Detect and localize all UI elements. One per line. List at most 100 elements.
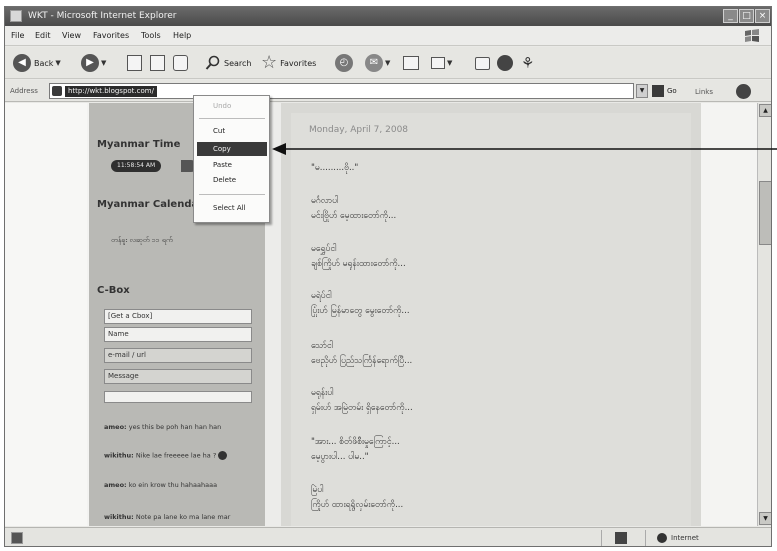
menu-favorites[interactable]: Favorites xyxy=(93,31,129,40)
windows-flag-icon xyxy=(745,29,759,42)
stop-button[interactable] xyxy=(127,53,142,73)
print-button[interactable] xyxy=(403,53,419,73)
chat-user: ameo: xyxy=(104,423,127,431)
menu-view[interactable]: View xyxy=(62,31,81,40)
post-line: မြဲပါ xyxy=(311,485,324,495)
chat-text: Nike lae freeeee lae ha ? xyxy=(135,451,217,460)
internet-zone-icon xyxy=(657,533,667,543)
post-line: ရှမ်းဟ် အမြဲတမ်း ရှိနေတော်ကို... xyxy=(311,403,413,413)
status-divider xyxy=(601,530,602,546)
chat-message: ameo: ko ein krow thu hahaahaaa xyxy=(104,481,254,489)
post-line: မရွှေပ်ငါ xyxy=(311,244,337,254)
security-icon xyxy=(615,532,627,544)
post-line: ဗေညိုဟ် ပြည်သင်္ကြန်ရောက်ပြီ... xyxy=(311,356,413,366)
chevron-down-icon: ▼ xyxy=(55,59,61,67)
page-viewport[interactable]: Myanmar Time 11:58:54 AM Myanmar Calenda… xyxy=(5,103,757,526)
edit-icon xyxy=(431,57,445,69)
chevron-down-icon: ▼ xyxy=(101,59,107,67)
smiley-icon xyxy=(218,451,228,460)
discuss-icon xyxy=(475,56,490,70)
chat-message: wikithu: Note pa lane ko ma lane mar xyxy=(104,513,254,521)
stop-icon xyxy=(127,55,142,71)
cbox-email-field[interactable]: e-mail / url xyxy=(104,348,252,363)
cbox-get-link[interactable]: [Get a Cbox] xyxy=(104,309,252,324)
menu-bar: File Edit View Favorites Tools Help xyxy=(5,26,771,46)
menu-item-paste[interactable]: Paste xyxy=(197,158,267,172)
scroll-up-arrow-icon[interactable]: ▲ xyxy=(759,104,771,117)
chat-text: ko ein krow thu hahaahaaa xyxy=(128,481,218,489)
page-margin-left xyxy=(5,103,87,526)
menu-edit[interactable]: Edit xyxy=(35,31,51,40)
chat-user: ameo: xyxy=(104,481,127,489)
url-dropdown-button[interactable]: ▼ xyxy=(636,84,648,98)
sidebar-title-calendar: Myanmar Calendar xyxy=(97,199,204,210)
home-button[interactable] xyxy=(173,53,188,73)
favorites-button[interactable]: ☆ Favorites xyxy=(261,53,316,73)
post-line: ချစ်ကြိုဟ် မရုန်းထားတော်ကို... xyxy=(311,259,406,269)
cbox-message-field[interactable]: Message xyxy=(104,369,252,384)
messenger-icon xyxy=(497,55,513,71)
url-text-selected[interactable]: http://wkt.blogspot.com/ xyxy=(65,86,157,97)
research-button[interactable]: ⚘ xyxy=(521,53,534,73)
back-button[interactable]: ◀ Back ▼ xyxy=(13,53,61,73)
menu-help[interactable]: Help xyxy=(173,31,191,40)
close-button[interactable]: × xyxy=(755,9,770,23)
scroll-thumb[interactable] xyxy=(759,181,771,245)
cbox-submit-area[interactable] xyxy=(104,391,252,403)
post-line: ပြုံးဟ် မြန်မာတွေ မွေးတော်ကို... xyxy=(311,306,410,316)
post-line: မရဲပ်ငါ xyxy=(311,291,332,301)
menu-item-undo[interactable]: Undo xyxy=(197,99,267,113)
menu-item-select-all[interactable]: Select All xyxy=(197,201,267,215)
title-bar[interactable]: WKT - Microsoft Internet Explorer _ □ × xyxy=(5,7,771,26)
menu-item-copy[interactable]: Copy xyxy=(197,142,267,156)
minimize-button[interactable]: _ xyxy=(723,9,738,23)
page-icon xyxy=(52,86,62,96)
calendar-text: တန်ခူး လဆုတ် ၁၁ ရက် xyxy=(111,236,173,244)
post-line: မင်္ဂလာပါ xyxy=(311,196,339,206)
menu-item-delete[interactable]: Delete xyxy=(197,173,267,187)
post-date: Monday, April 7, 2008 xyxy=(309,125,409,135)
window-title: WKT - Microsoft Internet Explorer xyxy=(28,11,177,21)
edit-button[interactable]: ▼ xyxy=(431,53,452,73)
scroll-down-arrow-icon[interactable]: ▼ xyxy=(759,512,771,525)
context-menu: Undo Cut Copy Paste Delete Select All xyxy=(193,95,270,223)
discuss-button[interactable] xyxy=(475,53,490,73)
callout-arrow xyxy=(272,143,777,155)
chat-message: wikithu: Nike lae freeeee lae ha ? xyxy=(104,451,254,460)
status-divider xyxy=(645,530,646,546)
address-label: Address xyxy=(10,87,38,95)
menu-file[interactable]: File xyxy=(11,31,24,40)
chat-user: wikithu: xyxy=(104,451,134,460)
maximize-button[interactable]: □ xyxy=(739,9,754,23)
messenger-button[interactable] xyxy=(497,53,513,73)
menu-tools[interactable]: Tools xyxy=(141,31,161,40)
menu-item-cut[interactable]: Cut xyxy=(197,124,267,138)
menu-separator xyxy=(199,118,265,119)
post-line: "မ.........ဗို.." xyxy=(311,163,359,173)
refresh-button[interactable] xyxy=(150,53,165,73)
post-line: မေ့ပွားပါ... ပါမ.." xyxy=(311,452,369,462)
search-icon xyxy=(205,55,220,70)
back-arrow-icon: ◀ xyxy=(13,54,31,72)
ie-globe-icon[interactable] xyxy=(736,84,751,99)
cbox-name-field[interactable]: Name xyxy=(104,327,252,342)
vertical-scrollbar[interactable]: ▲ ▼ xyxy=(757,103,771,526)
sidebar-title-time: Myanmar Time xyxy=(97,139,181,150)
print-icon xyxy=(403,56,419,70)
search-button[interactable]: Search xyxy=(205,53,251,73)
ie-app-icon xyxy=(10,10,22,22)
blog-post: Monday, April 7, 2008 "မ.........ဗို.." … xyxy=(281,103,701,526)
chat-text: yes this be poh han han han xyxy=(128,423,222,431)
url-input[interactable]: http://wkt.blogspot.com/ xyxy=(49,83,634,99)
home-icon xyxy=(173,55,188,71)
mail-button[interactable]: ✉ ▼ xyxy=(365,53,390,73)
forward-button[interactable]: ▶ ▼ xyxy=(81,53,106,73)
links-toolbar[interactable]: Links xyxy=(695,88,713,96)
research-icon: ⚘ xyxy=(521,54,535,72)
chat-text: Note pa lane ko ma lane mar xyxy=(135,513,231,521)
history-button[interactable]: ◴ xyxy=(335,53,353,73)
page-status-icon xyxy=(11,532,23,544)
forward-arrow-icon: ▶ xyxy=(81,54,99,72)
go-button[interactable]: Go xyxy=(652,84,677,98)
history-icon: ◴ xyxy=(335,54,353,72)
